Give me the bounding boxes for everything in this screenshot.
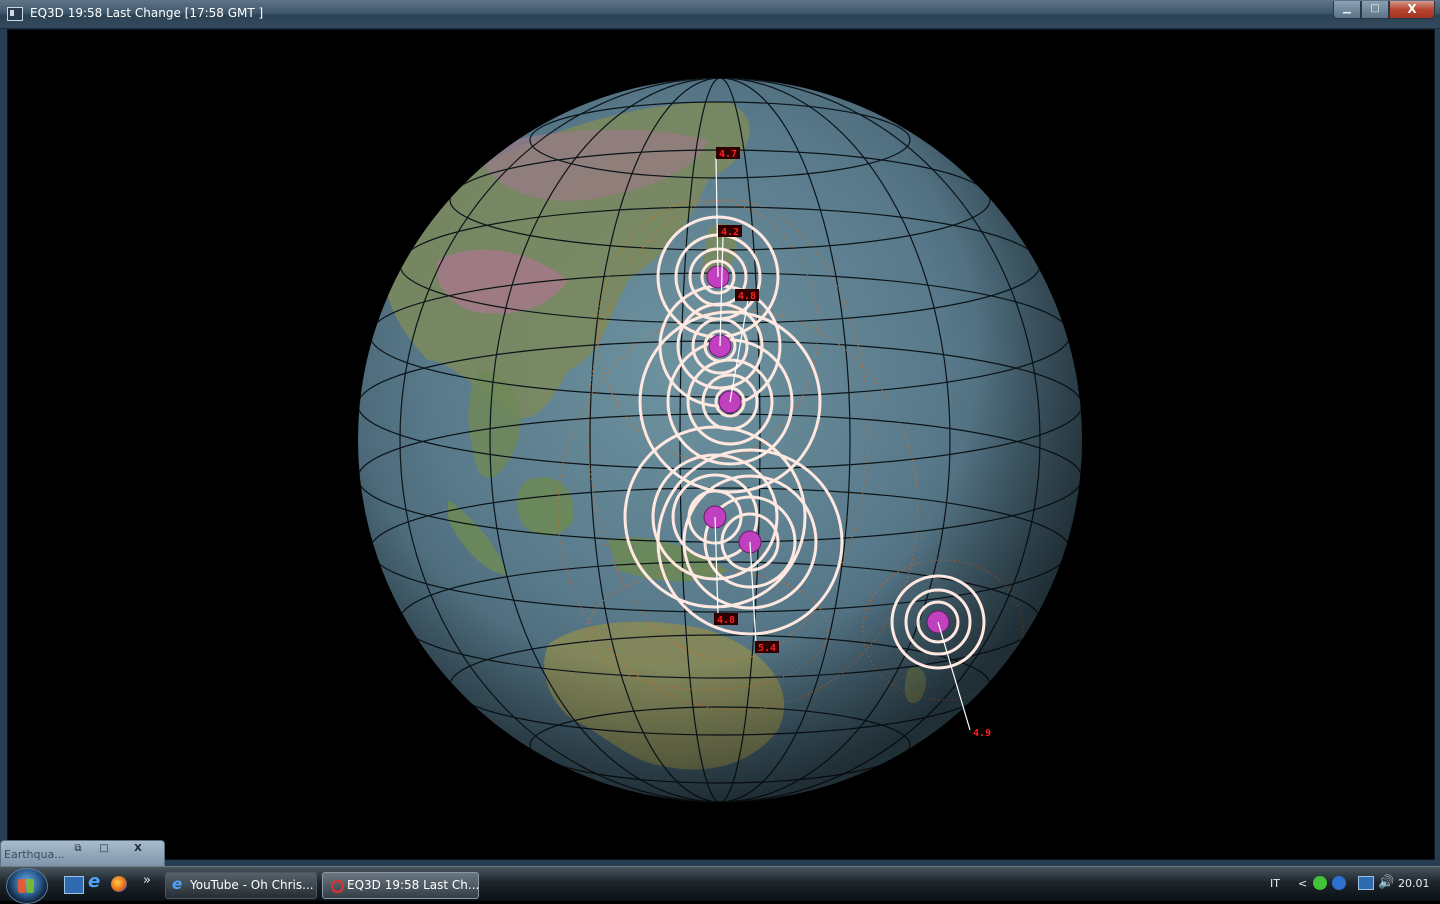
close-button[interactable]: X: [127, 842, 149, 856]
magnitude-value: 5.4: [758, 643, 776, 654]
magnitude-value: 4.7: [719, 149, 737, 160]
window-controls: ▁ □ X: [1333, 1, 1435, 19]
globe-canvas[interactable]: 4.7 4.2 4.8 4.8 5.4 4.9: [8, 30, 1434, 859]
magnitude-value: 4.8: [738, 291, 756, 302]
show-desktop-icon[interactable]: [64, 876, 84, 894]
task-label: EQ3D 19:58 Last Ch...: [347, 878, 480, 892]
task-label: YouTube - Oh Chris...: [190, 878, 314, 892]
security-tray-icon[interactable]: [1313, 876, 1327, 890]
magnitude-label-6[interactable]: 4.9: [973, 728, 991, 739]
eq3d-target-icon: [331, 880, 344, 893]
internet-explorer-icon: e: [172, 875, 183, 893]
magnitude-label-4[interactable]: 4.8: [714, 613, 738, 626]
magnitude-label-3[interactable]: 4.8: [735, 289, 759, 302]
firefox-icon[interactable]: [111, 876, 127, 892]
app-window-icon[interactable]: [7, 7, 23, 21]
quicklaunch-more-button[interactable]: »: [143, 873, 161, 889]
magnitude-value: 4.2: [721, 227, 739, 238]
start-button[interactable]: [6, 868, 48, 904]
eq3d-window: EQ3D 19:58 Last Change [17:58 GMT ] ▁ □ …: [0, 0, 1440, 866]
magnitude-value: 4.8: [717, 615, 735, 626]
tray-expand-button[interactable]: <: [1298, 877, 1307, 890]
magnitude-label-1[interactable]: 4.7: [716, 147, 740, 160]
taskbar-button-youtube[interactable]: e YouTube - Oh Chris...: [165, 872, 317, 899]
network-icon[interactable]: [1358, 876, 1374, 890]
window-frame: 4.7 4.2 4.8 4.8 5.4 4.9: [0, 29, 1440, 866]
minimized-window[interactable]: Earthqua... ⧉ □ X: [0, 840, 165, 868]
magnitude-label-2[interactable]: 4.2: [718, 225, 742, 238]
minimized-window-label: Earthqua...: [4, 848, 65, 861]
internet-explorer-icon[interactable]: e: [88, 871, 106, 892]
language-indicator[interactable]: IT: [1270, 877, 1280, 890]
globe-shading: [358, 78, 1082, 802]
title-bar[interactable]: EQ3D 19:58 Last Change [17:58 GMT ] ▁ □ …: [0, 0, 1440, 29]
globe-viewport[interactable]: 4.7 4.2 4.8 4.8 5.4 4.9: [7, 29, 1435, 860]
window-title: EQ3D 19:58 Last Change [17:58 GMT ]: [30, 6, 264, 20]
maximize-button[interactable]: □: [1361, 1, 1389, 19]
taskbar: e » e YouTube - Oh Chris... EQ3D 19:58 L…: [0, 866, 1440, 904]
taskbar-button-eq3d[interactable]: EQ3D 19:58 Last Ch...: [322, 872, 479, 899]
messenger-tray-icon[interactable]: [1332, 876, 1346, 890]
volume-icon[interactable]: 🔊: [1378, 875, 1394, 890]
close-button[interactable]: X: [1389, 1, 1435, 19]
maximize-button[interactable]: □: [93, 842, 115, 856]
clock[interactable]: 20.01: [1398, 877, 1430, 890]
magnitude-label-5[interactable]: 5.4: [755, 641, 779, 654]
magnitude-value: 4.9: [973, 728, 991, 739]
minimize-button[interactable]: ▁: [1333, 1, 1361, 19]
restore-button[interactable]: ⧉: [67, 842, 89, 856]
